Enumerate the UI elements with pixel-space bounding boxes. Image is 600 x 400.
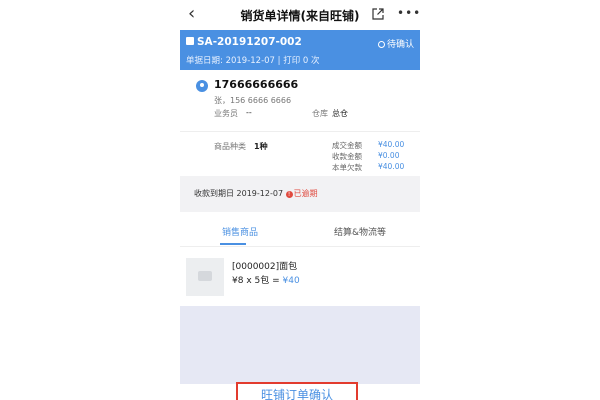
product-row[interactable]: [0000002]面包 ¥8 x 5包 = ¥40 [180, 250, 420, 306]
outstanding-amount-label: 本单欠款 [332, 163, 362, 172]
order-date-line: 单据日期: 2019-12-07 | 打印 0 次 [186, 56, 320, 66]
tab-bar: 销售商品 结算&物流等 [180, 218, 420, 246]
status-text: 待确认 [386, 40, 414, 50]
due-date-band: 收款到期日 2019-12-07 ! 已逾期 [180, 176, 420, 212]
phone-screen: ‹ 销货单详情(来自旺铺) ••• SA-20191207-002 待确认 单据… [180, 0, 420, 400]
kinds-value: 1种 [254, 142, 268, 151]
received-amount-value: ¥0.00 [378, 151, 400, 160]
clock-icon [377, 41, 385, 48]
overdue-icon: ! [285, 191, 293, 198]
customer-contact: 张，156 6666 6666 [214, 96, 292, 105]
warehouse-value: 总仓 [332, 109, 348, 118]
product-thumbnail [186, 258, 224, 296]
received-amount-label: 收款金额 [332, 152, 362, 161]
order-number-text: SA-20191207-002 [197, 36, 302, 48]
product-total: ¥40 [282, 276, 300, 286]
product-name: [0000002]面包 [232, 262, 298, 272]
avatar-icon [196, 80, 208, 92]
outstanding-amount-value: ¥40.00 [378, 162, 405, 171]
overdue-label: 已逾期 [293, 189, 318, 198]
share-icon[interactable] [372, 8, 384, 20]
amount-summary: 商品种类 1种 成交金额 ¥40.00 收款金额 ¥0.00 本单欠款 ¥40.… [180, 132, 420, 174]
active-tab-indicator [220, 243, 246, 245]
confirm-order-button[interactable]: 旺铺订单确认 [236, 382, 358, 400]
more-icon[interactable]: ••• [397, 7, 420, 19]
status-badge: 待确认 [377, 37, 414, 50]
order-icon [186, 37, 194, 45]
order-number: SA-20191207-002 [186, 36, 302, 48]
page-title: 销货单详情(来自旺铺) [240, 9, 360, 23]
salesman-value: -- [246, 108, 252, 117]
order-header-band: SA-20191207-002 待确认 单据日期: 2019-12-07 | 打… [180, 30, 420, 70]
warehouse-label: 仓库 [312, 109, 328, 118]
customer-card[interactable]: 17666666666 张，156 6666 6666 业务员 -- 仓库 总仓 [180, 70, 420, 130]
deal-amount-label: 成交金额 [332, 141, 362, 150]
empty-area [180, 306, 420, 384]
tab-sales-items[interactable]: 销售商品 [222, 225, 258, 238]
tab-settlement-logistics[interactable]: 结算&物流等 [334, 225, 386, 238]
due-date-text: 收款到期日 2019-12-07 [194, 189, 284, 198]
due-date-line: 收款到期日 2019-12-07 ! 已逾期 [194, 188, 318, 199]
divider [180, 246, 420, 247]
customer-phone: 17666666666 [214, 78, 299, 91]
kinds-label: 商品种类 [214, 142, 246, 151]
product-price-expr: ¥8 x 5包 = [232, 276, 283, 286]
nav-header: ‹ 销货单详情(来自旺铺) ••• [180, 0, 420, 30]
product-price-line: ¥8 x 5包 = ¥40 [232, 273, 300, 286]
salesman-label: 业务员 [214, 109, 238, 118]
image-placeholder-icon [198, 271, 212, 281]
deal-amount-value: ¥40.00 [378, 140, 405, 149]
